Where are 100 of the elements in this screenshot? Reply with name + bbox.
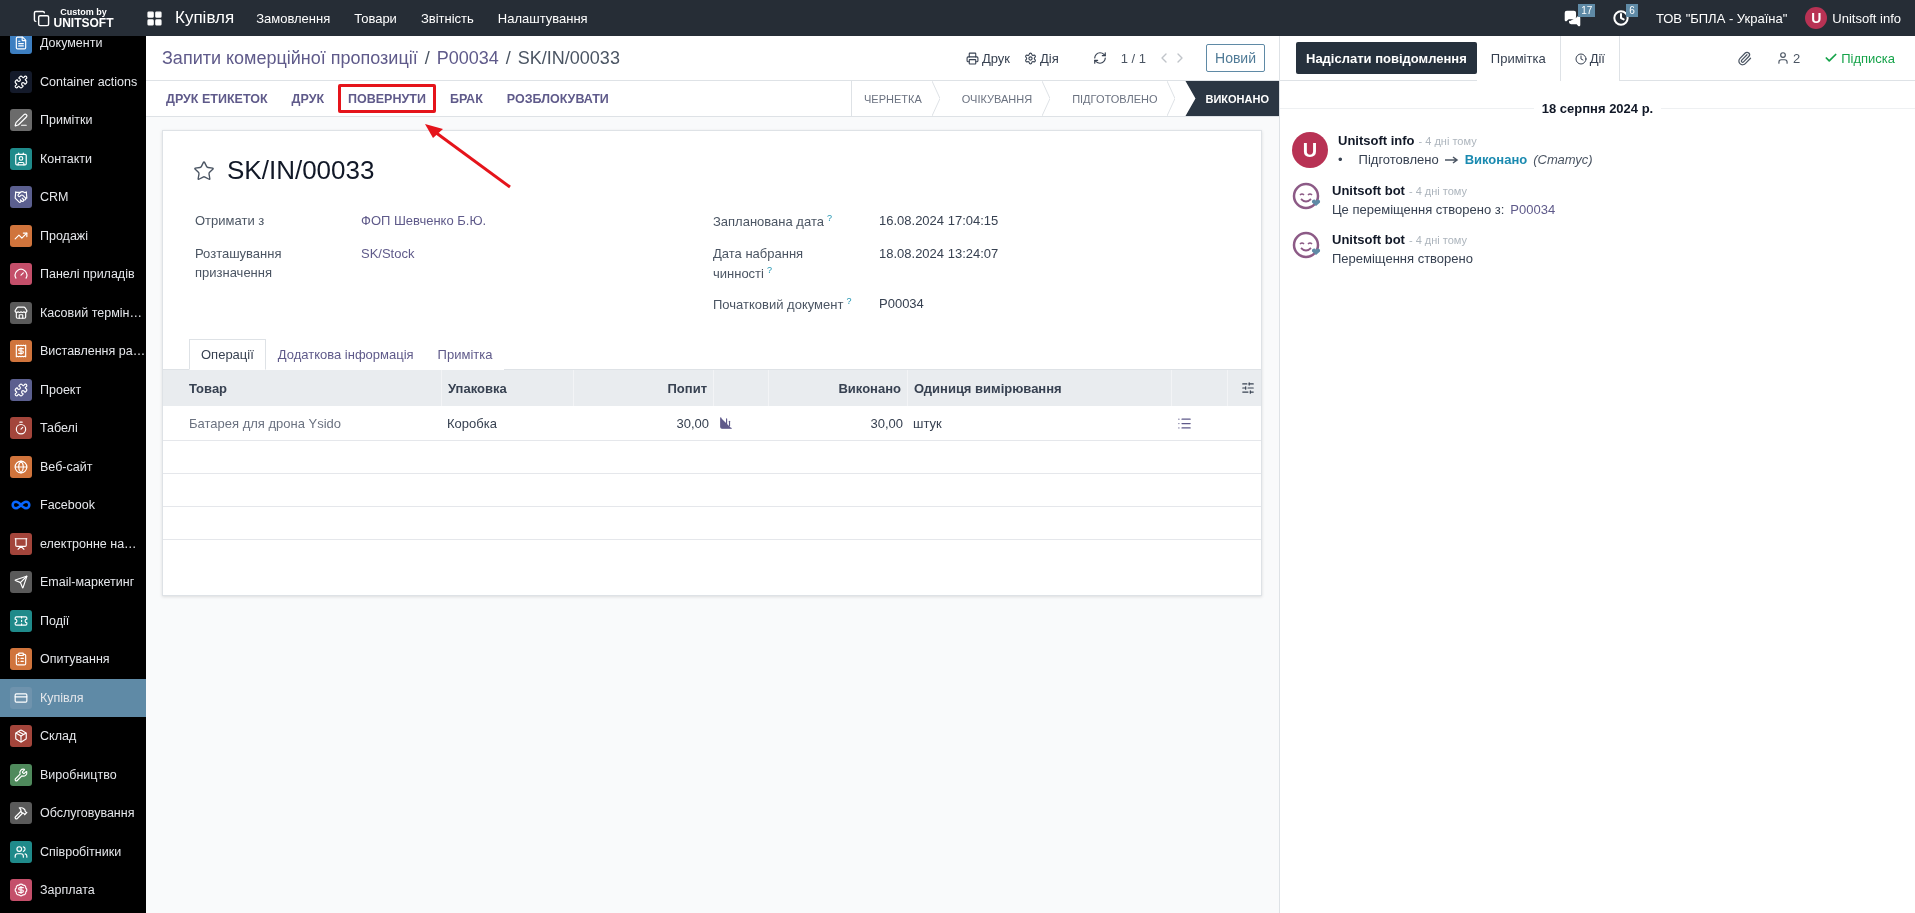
sidebar-item[interactable]: Зарплата [0,871,146,910]
message-author[interactable]: Unitsoft bot [1332,232,1405,247]
menu-item[interactable]: Звітність [420,10,474,26]
field-label: Дата набрання чинності $^{?}$ [713,245,805,284]
column-header[interactable]: Попит [573,370,713,406]
chatter-tab[interactable]: Примітка [1476,36,1561,81]
person-icon [1775,51,1790,65]
message-author[interactable]: Unitsoft info [1338,133,1415,148]
menu-item[interactable]: Товари [354,10,397,26]
breadcrumb: SK/IN/00033 [517,47,620,69]
field-link[interactable]: SK/Stock [361,245,415,264]
clock-icon[interactable] [1613,10,1630,26]
column-header[interactable]: Товар [163,370,441,406]
details-list-icon[interactable] [1177,415,1192,431]
user-avatar[interactable]: U [1805,7,1828,29]
tracked-field: (Статус) [1533,152,1593,167]
breadcrumb-separator: / [505,47,511,69]
paperclip-icon [1736,50,1752,66]
message-author[interactable]: Unitsoft bot [1332,183,1405,198]
message-text: Переміщення створено [1332,251,1473,266]
sidebar-item[interactable]: електронне на… [0,524,146,563]
logo-icon [32,9,50,27]
field-value: 18.08.2024 13:24:07 [879,245,999,263]
sidebar-item[interactable]: Примітки [0,101,146,140]
sidebar-item[interactable]: Опитування [0,640,146,679]
menu-item[interactable]: Замовлення [256,10,331,26]
date-separator: 18 серпня 2024 р. [1541,101,1654,116]
table-cell: штук [907,406,1171,441]
sidebar-item[interactable]: Facebook [0,486,146,525]
favorite-star-icon[interactable] [193,159,215,182]
sidebar-item[interactable]: Проект [0,370,146,409]
user-name[interactable]: Unitsoft info [1832,10,1901,26]
field-label: Розташування призначення [195,245,283,282]
column-header[interactable]: Виконано [768,370,907,406]
smiley-avatar-icon [1292,182,1322,212]
smiley-avatar-icon [1292,231,1322,261]
field-label: Початковий документ $^{?}$ [713,295,852,315]
sidebar-item[interactable]: CRM [0,178,146,217]
status-stage[interactable]: ВИКОНАНО [1185,81,1279,116]
sidebar-item[interactable]: Виробництво [0,755,146,794]
author-avatar: U [1292,132,1328,168]
field-label: Отримати з [195,212,265,230]
message-link[interactable]: P00034 [1510,202,1556,217]
action-button[interactable]: ДРУК [281,84,335,113]
printer-icon [965,51,979,65]
sidebar-item[interactable]: Документи [0,36,146,63]
sidebar-item[interactable]: Події [0,601,146,640]
sidebar-item[interactable]: Співробітники [0,832,146,871]
action-button[interactable]: ДРУК ЕТИКЕТОК [156,84,278,113]
chat-icon[interactable] [1564,9,1582,27]
reload-button[interactable] [1092,51,1107,65]
sidebar-item[interactable]: Веб-сайт [0,447,146,486]
message-time: - 4 дні тому [1408,185,1468,197]
sidebar-item[interactable]: Контакти [0,139,146,178]
sidebar-item[interactable]: Касовий термін… [0,293,146,332]
forecast-chart-icon[interactable] [719,416,733,430]
action-button[interactable]: БРАК [439,84,493,113]
new-button[interactable]: Новий [1206,44,1265,72]
app-name[interactable]: Купівля [175,8,235,28]
print-button[interactable]: Друк [965,50,1010,66]
column-header[interactable]: Одиниця вимірювання [907,370,1171,406]
table-cell: 30,00 [768,406,907,441]
form-tab[interactable]: Операції [189,339,266,370]
sidebar-item[interactable]: Container actions [0,62,146,101]
sidebar-item[interactable]: Виставлення ра… [0,332,146,371]
sidebar-item[interactable]: Табелі [0,409,146,448]
logo-caption: Custom by [60,7,107,17]
refresh-icon [1092,51,1107,65]
action-button[interactable]: Дія [1024,50,1059,66]
sidebar-item[interactable]: Обслуговування [0,794,146,833]
record-title: SK/IN/00033 [227,155,375,186]
apps-menu-icon[interactable] [146,9,163,27]
message-time: - 4 дні тому [1408,234,1468,246]
menu-item[interactable]: Налаштування [497,10,588,26]
sidebar-item[interactable]: Продажі [0,216,146,255]
gear-icon [1024,51,1037,65]
table-cell: Батарея для дрона Ysido [163,406,441,441]
followers-button[interactable]: 2 [1775,36,1801,80]
message-text: Це переміщення створено з: [1332,202,1505,217]
field-value: 16.08.2024 17:04:15 [879,212,999,230]
column-header[interactable]: Упаковка [441,370,573,406]
sidebar-item[interactable]: Склад [0,717,146,756]
pager-value: 1 / 1 [1120,50,1146,66]
send-message-button[interactable]: Надіслати повідомлення [1296,42,1477,74]
action-button[interactable]: РОЗБЛОКУВАТИ [496,84,619,113]
chatter-tab[interactable]: Дії [1560,36,1620,81]
bullet: • [1338,152,1343,167]
breadcrumb[interactable]: Запити комерційної пропозиції [162,47,418,69]
action-button[interactable]: ПОВЕРНУТИ [338,84,436,113]
field-label: Запланована дата $^{?}$ [713,212,832,232]
new-value: Виконано [1464,152,1528,167]
clock-icon [1574,52,1587,65]
sidebar-item[interactable]: Email-маркетинг [0,563,146,602]
column-settings-icon[interactable] [1241,381,1255,395]
field-link[interactable]: ФОП Шевченко Б.Ю. [361,212,487,231]
company-switcher[interactable]: ТОВ "БПЛА - Україна" [1655,10,1788,26]
breadcrumb[interactable]: P00034 [436,47,499,69]
breadcrumb-separator: / [424,47,430,69]
arrow-right-icon [1444,155,1459,164]
sidebar-item[interactable]: Панелі приладів [0,255,146,294]
